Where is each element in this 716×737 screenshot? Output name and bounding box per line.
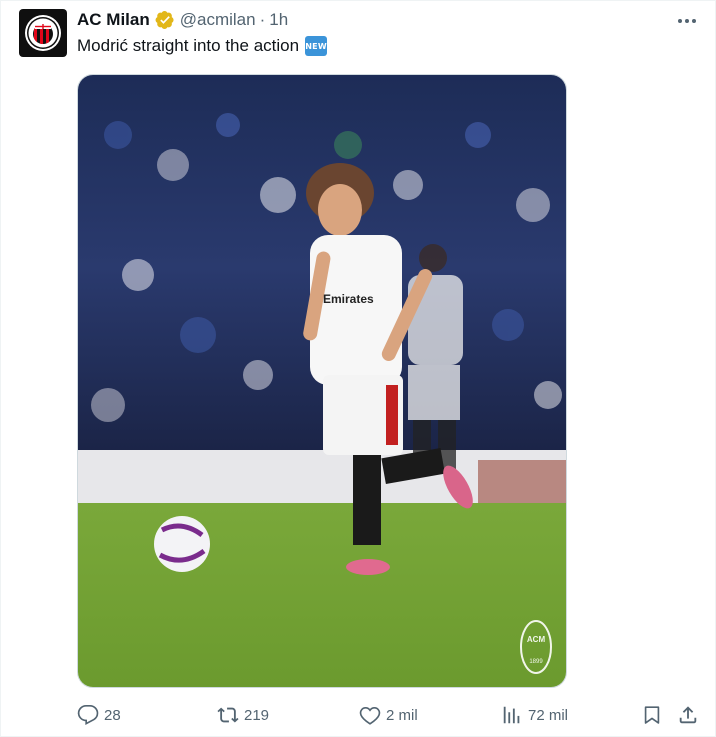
- share-button[interactable]: [677, 701, 699, 729]
- bookmark-icon: [644, 706, 660, 724]
- repost-icon: [217, 707, 239, 723]
- reply-icon: [77, 705, 99, 725]
- tweet-timestamp[interactable]: 1h: [269, 10, 288, 30]
- reply-button[interactable]: 28: [77, 701, 121, 729]
- repost-count: 219: [244, 706, 270, 724]
- tweet-photo[interactable]: Emirates ACM 1899: [77, 74, 567, 688]
- share-icon: [679, 706, 697, 724]
- views-button[interactable]: 72 mil: [501, 701, 568, 729]
- author-name[interactable]: AC Milan: [77, 10, 150, 30]
- views-count: 72 mil: [528, 706, 569, 724]
- ac-milan-logo-icon: [25, 15, 61, 51]
- svg-text:Emirates: Emirates: [323, 292, 374, 306]
- like-button[interactable]: 2 mil: [359, 701, 418, 729]
- more-options-button[interactable]: [675, 11, 699, 31]
- like-count: 2 mil: [386, 706, 418, 724]
- separator-dot: ·: [259, 10, 266, 29]
- bookmark-button[interactable]: [641, 701, 663, 729]
- avatar[interactable]: [19, 9, 67, 57]
- tweet-card[interactable]: AC Milan @acmilan · 1h Modrić straight i…: [0, 0, 716, 737]
- tweet-text: Modrić straight into the action NEW: [77, 36, 328, 56]
- more-icon: [678, 19, 696, 23]
- new-emoji-icon: NEW: [305, 36, 328, 56]
- crest-text: ACM: [527, 635, 546, 644]
- action-bar: 28 219 2 mil 72 mil: [77, 701, 701, 729]
- tweet-header: AC Milan @acmilan · 1h: [77, 9, 288, 31]
- like-icon: [359, 707, 381, 725]
- author-handle[interactable]: @acmilan: [180, 10, 256, 30]
- repost-button[interactable]: 219: [217, 701, 269, 729]
- tweet-text-content: Modrić straight into the action: [77, 36, 300, 55]
- photo-modric-on-pitch: Emirates ACM 1899: [78, 75, 566, 687]
- views-icon: [503, 706, 520, 724]
- reply-count: 28: [104, 706, 121, 724]
- crest-year: 1899: [529, 659, 543, 665]
- verified-badge-icon: [155, 10, 175, 30]
